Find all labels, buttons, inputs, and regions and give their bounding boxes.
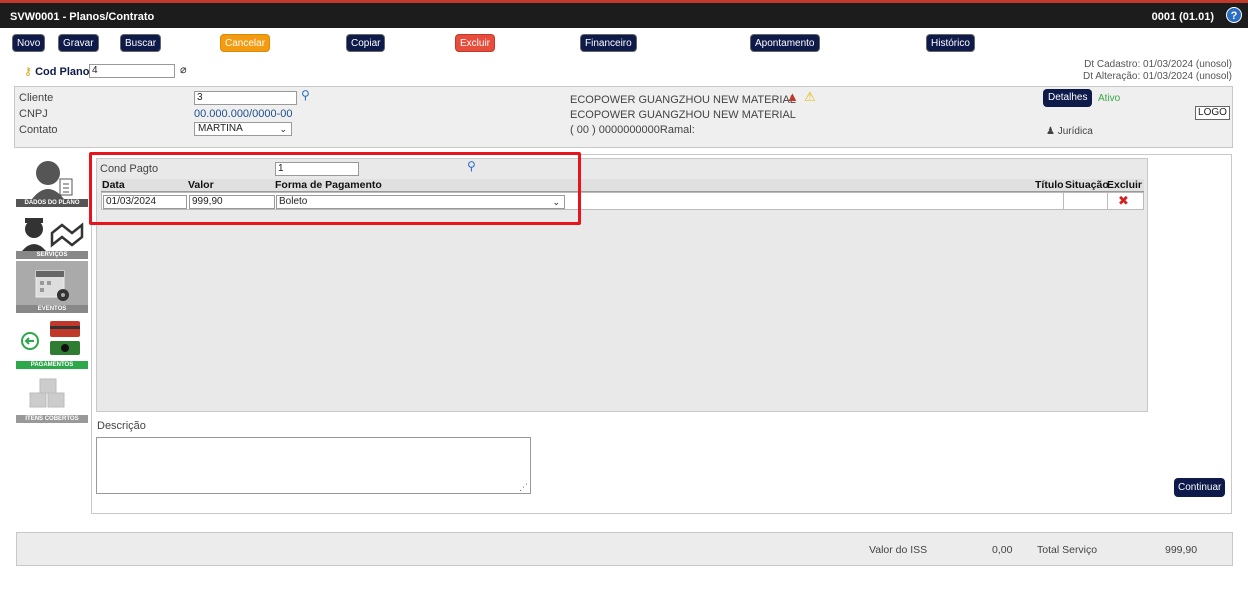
- calendar-gear-icon: [35, 270, 69, 301]
- gravar-button[interactable]: Gravar: [58, 34, 99, 52]
- cod-plano-input[interactable]: 4: [89, 64, 175, 78]
- sidebar-item-pagamentos[interactable]: PAGAMENTOS: [16, 315, 88, 369]
- col-titulo: Título: [1035, 179, 1064, 191]
- novo-button[interactable]: Novo: [12, 34, 46, 52]
- contato-value: MARTINA: [198, 123, 243, 134]
- client-phone: ( 00 ) 0000000000Ramal:: [570, 124, 695, 136]
- attachment-icon[interactable]: ⌀: [180, 63, 187, 76]
- sidebar-item-dados-do-plano[interactable]: DADOS DO PLANO: [16, 157, 88, 207]
- sidebar-caption: ITENS COBERTOS: [16, 415, 88, 423]
- cancelar-button[interactable]: Cancelar: [220, 34, 271, 52]
- contato-label: Contato: [19, 124, 58, 136]
- sidebar-item-itens-cobertos[interactable]: ITENS COBERTOS: [16, 371, 88, 423]
- help-icon[interactable]: ?: [1226, 7, 1242, 23]
- boxes-icon: [29, 378, 65, 408]
- descricao-textarea[interactable]: ⋰: [96, 437, 531, 494]
- sidebar-caption: PAGAMENTOS: [16, 361, 88, 369]
- buscar-button[interactable]: Buscar: [120, 34, 162, 52]
- date-info: Dt Cadastro: 01/03/2024 (unosol) Dt Alte…: [1083, 59, 1232, 83]
- financeiro-button[interactable]: Financeiro: [580, 34, 637, 52]
- copiar-button[interactable]: Copiar: [346, 34, 386, 52]
- worker-handshake-icon: [22, 218, 84, 251]
- title-bar: SVW0001 - Planos/Contrato 0001 (01.01) ?: [0, 0, 1248, 28]
- chevron-down-icon: ⌄: [279, 124, 287, 134]
- total-label: Total Serviço: [1037, 544, 1098, 556]
- apontamento-button[interactable]: Apontamento: [750, 34, 820, 52]
- sidebar-caption: SERVIÇOS: [16, 251, 88, 259]
- delete-icon[interactable]: ✖: [1118, 193, 1129, 209]
- person-type: ♟ Jurídica: [1046, 126, 1093, 137]
- sidebar-caption: EVENTOS: [16, 305, 88, 313]
- cod-plano-label: ⚷ Cod Plano: [24, 66, 90, 78]
- logo: LOGO: [1195, 106, 1230, 120]
- warning-yellow-icon[interactable]: ⚠: [804, 89, 816, 105]
- cell-divider: [1107, 193, 1108, 209]
- resize-handle-icon[interactable]: ⋰: [519, 482, 528, 493]
- window-title: SVW0001 - Planos/Contrato: [10, 11, 155, 23]
- sidebar: DADOS DO PLANO SERVIÇOS EVENTOS PAGAMENT…: [16, 157, 88, 423]
- sidebar-caption: DADOS DO PLANO: [16, 199, 88, 207]
- dt-alteracao: Dt Alteração: 01/03/2024 (unosol): [1083, 71, 1232, 82]
- iss-label: Valor do ISS: [869, 544, 928, 556]
- key-icon: ⚷: [24, 66, 33, 78]
- sidebar-item-servicos[interactable]: SERVIÇOS: [16, 209, 88, 259]
- dt-cadastro: Dt Cadastro: 01/03/2024 (unosol): [1084, 59, 1232, 70]
- alert-red-icon[interactable]: ▲: [786, 89, 799, 104]
- cliente-label: Cliente: [19, 92, 54, 104]
- cnpj-label: CNPJ: [19, 108, 48, 120]
- historico-button[interactable]: Histórico: [926, 34, 975, 52]
- col-excluir: Excluir: [1107, 179, 1143, 191]
- cliente-input[interactable]: 3: [194, 91, 297, 105]
- totals-footer: Valor do ISS 0,00 Total Serviço 999,90: [16, 532, 1233, 566]
- iss-value: 0,00: [992, 544, 1013, 556]
- sidebar-item-eventos[interactable]: EVENTOS: [16, 261, 88, 313]
- total-value: 999,90: [1165, 544, 1198, 556]
- person-icon: ♟: [1046, 126, 1055, 137]
- client-name-2: ECOPOWER GUANGZHOU NEW MATERIAL: [570, 109, 796, 121]
- excluir-button[interactable]: Excluir: [455, 34, 496, 52]
- continuar-button[interactable]: Continuar: [1174, 478, 1226, 497]
- highlight-box: [89, 152, 581, 225]
- descricao-label: Descrição: [97, 420, 146, 432]
- user-document-icon: [32, 161, 73, 199]
- client-name-1: ECOPOWER GUANGZHOU NEW MATERIAL: [570, 94, 796, 106]
- window-code: 0001 (01.01): [1151, 11, 1214, 23]
- payment-cards-icon: [21, 321, 80, 355]
- col-situacao: Situação: [1065, 179, 1109, 191]
- cell-divider: [1063, 193, 1064, 209]
- cnpj-value: 00.000.000/0000-00: [194, 108, 293, 120]
- search-icon[interactable]: ⚲: [301, 88, 310, 102]
- contato-select[interactable]: MARTINA ⌄: [194, 122, 292, 136]
- detalhes-button[interactable]: Detalhes: [1043, 89, 1093, 107]
- status-badge: Ativo: [1098, 93, 1121, 104]
